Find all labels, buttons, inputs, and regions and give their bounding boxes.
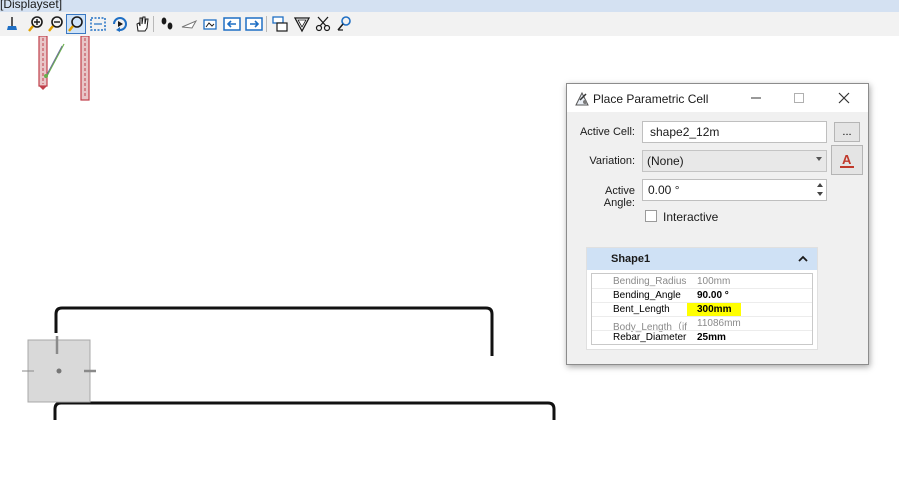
brush-icon[interactable] xyxy=(2,14,22,34)
toolbar-separator xyxy=(153,16,154,32)
interactive-label: Interactive xyxy=(663,210,719,224)
view-next-icon[interactable] xyxy=(244,14,264,34)
variation-select[interactable]: (None) xyxy=(642,150,827,172)
cursor-locate-box xyxy=(22,336,96,403)
clip-volume-icon[interactable] xyxy=(292,14,312,34)
active-cell-value: shape2_12m xyxy=(650,125,720,139)
table-row[interactable]: Body_Length（if 11086mm xyxy=(592,317,812,333)
parameter-name: Rebar_Diameter xyxy=(613,332,687,343)
copy-view-icon[interactable] xyxy=(270,14,290,34)
toolbar-separator xyxy=(266,16,267,32)
parameter-name: Bending_Angle xyxy=(613,290,681,301)
parametric-cell-icon xyxy=(573,90,591,108)
dialog-title-bar[interactable]: Place Parametric Cell xyxy=(567,84,868,112)
rotate-view-icon[interactable] xyxy=(110,14,130,34)
browse-cell-button[interactable]: ... xyxy=(834,122,860,142)
text-style-button[interactable]: A xyxy=(831,145,863,175)
interactive-checkbox[interactable] xyxy=(645,210,657,222)
chevron-up-icon[interactable] xyxy=(797,253,809,265)
view-toolbar xyxy=(0,12,899,36)
camera-view-icon[interactable] xyxy=(200,14,220,34)
rebar-shape-lower xyxy=(53,401,556,420)
active-cell-field[interactable]: shape2_12m xyxy=(642,121,827,143)
close-button[interactable] xyxy=(831,88,857,108)
clip-mask-icon[interactable] xyxy=(313,14,333,34)
variation-label: Variation: xyxy=(589,155,635,167)
browse-cell-label: ... xyxy=(842,126,852,138)
parameter-name: Bent_Length xyxy=(613,304,670,315)
maximize-icon xyxy=(794,93,804,103)
parameter-name: Bending_Radius xyxy=(613,276,687,287)
parameter-value: 11086mm xyxy=(697,318,741,329)
table-row[interactable]: Bent_Length 300mm xyxy=(592,303,812,317)
minimize-button[interactable] xyxy=(743,88,769,108)
walk-icon[interactable] xyxy=(157,14,177,34)
panel-title: Shape1 xyxy=(611,253,651,265)
zoom-in-icon[interactable] xyxy=(26,14,46,34)
fly-icon[interactable] xyxy=(179,14,199,34)
shape-parameters-panel: Shape1 Bending_Radius 100mm Bending_Angl… xyxy=(586,247,818,350)
rebar-elevation-small xyxy=(38,36,90,101)
view-previous-icon[interactable] xyxy=(222,14,242,34)
maximize-button[interactable] xyxy=(786,88,812,108)
dialog-title: Place Parametric Cell xyxy=(593,92,709,106)
camera-icon[interactable] xyxy=(334,14,354,34)
parameter-value: 90.00 ° xyxy=(697,290,729,301)
rebar-shape-upper xyxy=(54,306,494,356)
active-angle-value: 0.00 ° xyxy=(648,183,680,197)
window-title: [Displayset] xyxy=(0,0,63,11)
parameter-value: 25mm xyxy=(697,332,726,343)
spin-down-icon[interactable] xyxy=(816,190,824,198)
parameter-table: Bending_Radius 100mm Bending_Angle 90.00… xyxy=(591,273,813,345)
chevron-down-icon xyxy=(816,157,822,161)
minimize-icon xyxy=(751,97,761,99)
fit-view-icon[interactable] xyxy=(88,14,108,34)
parameter-value: 300mm xyxy=(697,304,732,315)
active-angle-field[interactable]: 0.00 ° xyxy=(642,179,827,201)
active-angle-label: Active Angle: xyxy=(603,185,635,209)
spin-up-icon[interactable] xyxy=(816,181,824,189)
table-row[interactable]: Rebar_Diameter 25mm xyxy=(592,331,812,345)
close-icon xyxy=(838,92,850,104)
text-style-icon: A xyxy=(840,152,854,168)
window-area-icon[interactable] xyxy=(66,14,86,34)
table-row[interactable]: Bending_Radius 100mm xyxy=(592,275,812,289)
place-parametric-cell-dialog: Place Parametric Cell Active Cell: shape… xyxy=(566,83,869,365)
zoom-out-icon[interactable] xyxy=(46,14,66,34)
svg-text:A: A xyxy=(842,152,852,167)
application-window: [Displayset] Place Parametric Cell Activ… xyxy=(0,0,899,482)
active-cell-label: Active Cell: xyxy=(579,126,635,138)
variation-value: (None) xyxy=(647,154,684,168)
parameter-value: 100mm xyxy=(697,276,731,287)
panel-header[interactable]: Shape1 xyxy=(587,248,817,270)
title-bar: [Displayset] xyxy=(0,0,899,12)
table-row[interactable]: Bending_Angle 90.00 ° xyxy=(592,289,812,303)
pan-view-icon[interactable] xyxy=(132,14,152,34)
